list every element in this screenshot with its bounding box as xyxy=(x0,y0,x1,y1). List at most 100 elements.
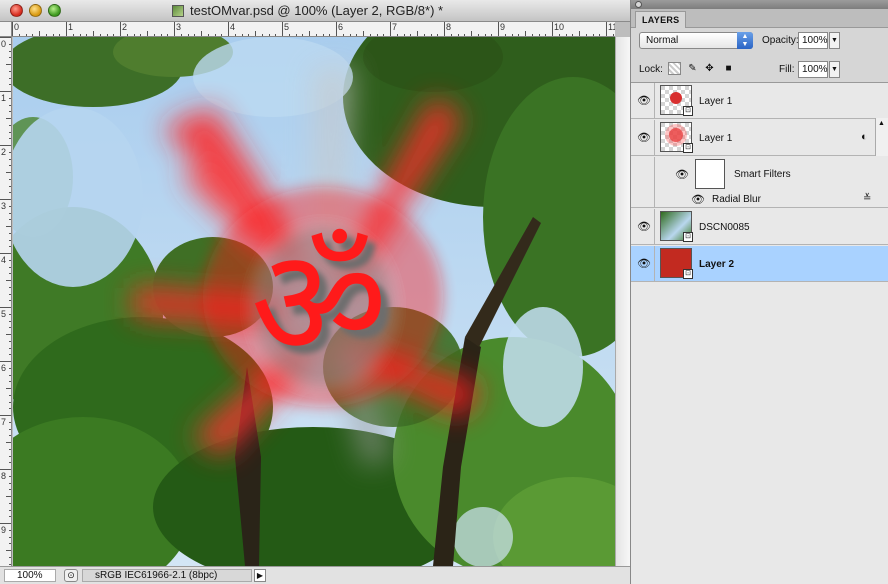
ruler-tick xyxy=(9,98,11,99)
ruler-label: 1 xyxy=(68,22,74,32)
layer-row-selected[interactable]: 👁 ⊡ Layer 2 xyxy=(631,246,888,282)
ruler-tick xyxy=(9,44,11,45)
panel-close-button[interactable] xyxy=(635,1,642,8)
ruler-tick xyxy=(6,226,11,227)
horizontal-ruler[interactable]: 0 1 2 3 4 5 6 7 8 9 10 11 xyxy=(12,22,615,37)
blend-mode-select[interactable]: Normal ▲ ▼ xyxy=(639,32,753,49)
eye-icon[interactable]: 👁 xyxy=(691,195,705,206)
eye-icon: 👁 xyxy=(637,221,651,233)
proof-setup-icon[interactable]: ⊙ xyxy=(64,569,78,582)
status-bar: 100% ⊙ sRGB IEC61966-2.1 (8bpc) ▶ xyxy=(0,566,630,584)
eye-icon: 👁 xyxy=(637,95,651,107)
ruler-tick xyxy=(66,22,67,36)
visibility-toggle[interactable]: 👁 xyxy=(631,83,655,118)
scroll-up-icon[interactable]: ▲ xyxy=(878,120,885,127)
fill-input[interactable]: 100% xyxy=(798,61,828,78)
eye-icon[interactable]: 👁 xyxy=(675,170,689,181)
visibility-toggle[interactable]: 👁 xyxy=(631,120,655,155)
layer-thumbnail: ⊡ xyxy=(660,248,693,279)
ruler-label: 7 xyxy=(1,417,7,427)
smart-filters-row[interactable]: 👁 Smart Filters xyxy=(631,157,888,192)
ruler-tick xyxy=(9,57,11,58)
ruler-tick xyxy=(282,22,283,36)
fill-dropdown-button[interactable]: ▼ xyxy=(829,61,840,78)
ruler-tick xyxy=(606,22,607,36)
ruler-tick xyxy=(9,192,11,193)
ruler-tick xyxy=(9,435,11,436)
opacity-input[interactable]: 100% xyxy=(798,32,828,49)
om-symbol: ॐ ॐ xyxy=(251,217,396,399)
lock-transparency-icon[interactable] xyxy=(668,62,681,75)
layer-row[interactable]: 👁 ⊡ DSCN0085 xyxy=(631,209,888,245)
smart-object-badge-icon: ⊡ xyxy=(683,232,693,242)
document-title: testOMvar.psd @ 100% (Layer 2, RGB/8*) * xyxy=(190,3,444,18)
status-menu-arrow[interactable]: ▶ xyxy=(254,569,266,582)
ruler-label: 6 xyxy=(1,363,7,373)
ruler-tick xyxy=(552,22,553,36)
ruler-tick xyxy=(9,260,11,261)
ruler-tick xyxy=(9,71,11,72)
ruler-tick xyxy=(9,125,11,126)
ruler-tick xyxy=(0,253,11,254)
ruler-tick xyxy=(6,388,11,389)
minimize-button[interactable] xyxy=(29,4,42,17)
layers-panel: LAYERS Normal ▲ ▼ Opacity: 100% ▼ Lock: ✎… xyxy=(630,0,888,584)
smart-filter-options-icon[interactable]: ◐ xyxy=(861,131,868,143)
ruler-tick xyxy=(9,213,11,214)
ruler-tick xyxy=(9,327,11,328)
ruler-tick xyxy=(9,78,11,79)
ruler-tick xyxy=(9,375,11,376)
ruler-tick xyxy=(9,186,11,187)
ruler-origin[interactable] xyxy=(0,22,12,37)
ruler-label: 6 xyxy=(338,22,344,32)
ruler-label: 2 xyxy=(122,22,128,32)
ruler-label: 5 xyxy=(284,22,290,32)
lock-position-icon[interactable]: ✥ xyxy=(703,62,716,75)
ruler-tick xyxy=(390,22,391,36)
zoom-level-field[interactable]: 100% xyxy=(4,569,56,582)
ruler-tick xyxy=(6,496,11,497)
visibility-spacer xyxy=(631,192,655,207)
title-bar[interactable]: testOMvar.psd @ 100% (Layer 2, RGB/8*) * xyxy=(0,0,630,22)
artwork: ॐ ॐ xyxy=(13,37,615,566)
tab-layers[interactable]: LAYERS xyxy=(635,11,687,28)
ruler-tick xyxy=(444,22,445,36)
visibility-toggle[interactable]: 👁 xyxy=(631,209,655,244)
ruler-tick xyxy=(9,105,11,106)
zoom-button[interactable] xyxy=(48,4,61,17)
ruler-tick xyxy=(9,314,11,315)
fill-label: Fill: xyxy=(779,64,795,75)
ruler-label: 0 xyxy=(14,22,20,32)
layer-row[interactable]: 👁 ⊡ Layer 1 ◐ xyxy=(631,120,888,156)
vertical-ruler[interactable]: 0 1 2 3 4 5 6 7 8 9 xyxy=(0,37,12,566)
panel-header-strip[interactable] xyxy=(631,0,888,9)
ruler-tick xyxy=(498,22,499,36)
filter-row[interactable]: 👁 Radial Blur ≚ xyxy=(631,192,888,208)
ruler-tick xyxy=(6,172,11,173)
lock-all-icon[interactable]: ■ xyxy=(722,62,735,75)
layer-thumbnail: ⊡ xyxy=(660,85,693,116)
layer-name: DSCN0085 xyxy=(699,222,750,233)
blending-options-icon[interactable]: ≚ xyxy=(863,193,871,204)
ruler-tick xyxy=(120,22,121,36)
ruler-tick xyxy=(9,132,11,133)
ruler-label: 9 xyxy=(1,525,7,535)
lock-pixels-icon[interactable]: ✎ xyxy=(686,62,699,75)
image-canvas[interactable]: ॐ ॐ xyxy=(13,37,615,566)
ruler-tick xyxy=(9,165,11,166)
ruler-tick xyxy=(6,442,11,443)
ruler-tick xyxy=(6,280,11,281)
ruler-label: 10 xyxy=(554,22,565,32)
vertical-scrollbar[interactable] xyxy=(615,37,630,566)
ruler-tick xyxy=(0,307,11,308)
opacity-dropdown-button[interactable]: ▼ xyxy=(829,32,840,49)
ruler-tick xyxy=(9,557,11,558)
layers-scrollbar[interactable]: ▲ xyxy=(875,118,888,156)
ruler-label: 2 xyxy=(1,147,7,157)
ruler-label: 4 xyxy=(230,22,236,32)
ruler-tick xyxy=(9,462,11,463)
layer-row[interactable]: 👁 ⊡ Layer 1 xyxy=(631,83,888,119)
close-button[interactable] xyxy=(10,4,23,17)
ruler-tick xyxy=(9,246,11,247)
visibility-toggle[interactable]: 👁 xyxy=(631,246,655,281)
